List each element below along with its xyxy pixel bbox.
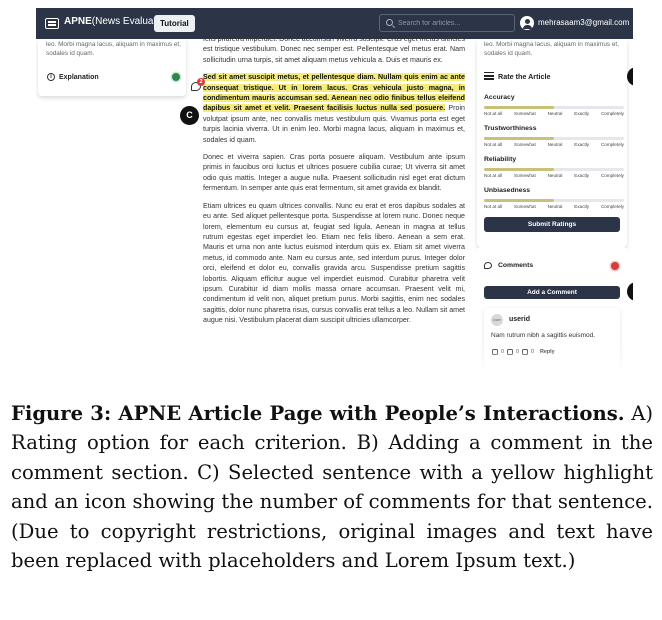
comment-bubble-icon — [484, 262, 492, 269]
search-input[interactable] — [398, 17, 508, 29]
rating-slider[interactable] — [484, 106, 624, 109]
scale-label: Exactly — [574, 173, 590, 178]
explanation-label: Explanation — [59, 74, 99, 81]
comments-panel: Comments Add a Comment user userid Nam r… — [477, 247, 627, 370]
scale-labels: Not at all Somewhat Neutral Exactly Comp… — [484, 142, 624, 147]
comment-username: userid — [509, 316, 531, 323]
article-body: felis pharetra imperdiet. Donec accumsan… — [203, 35, 465, 333]
scale-labels: Not at all Somewhat Neutral Exactly Comp… — [484, 173, 624, 178]
rating-heading: Rate the Article — [498, 72, 551, 81]
dislike-count: 0 — [516, 349, 519, 355]
criterion-accuracy: Accuracy Not at all Somewhat Neutral Exa… — [484, 94, 624, 116]
reply-count: 0 — [531, 349, 534, 355]
thumbs-up-icon[interactable] — [492, 349, 498, 355]
app-screenshot: APNE(News Evaluation) Tutorial mehrasaam… — [36, 8, 633, 370]
scale-label: Somewhat — [514, 142, 536, 147]
scale-label: Neutral — [547, 204, 563, 209]
scale-labels: Not at all Somewhat Neutral Exactly Comp… — [484, 111, 624, 116]
scale-label: Somewhat — [514, 204, 536, 209]
criterion-unbiasedness: Unbiasedness Not at all Somewhat Neutral… — [484, 187, 624, 209]
like-count: 0 — [501, 349, 504, 355]
explanation-card: leo. Morbi magna lacus, aliquam in maxim… — [38, 39, 186, 96]
comment-actions: 0 0 0 Reply — [492, 349, 555, 355]
callout-marker-c: C — [180, 106, 199, 125]
scale-label: Not at all — [484, 142, 503, 147]
criterion-title: Unbiasedness — [484, 187, 531, 194]
scale-label: Completely — [600, 142, 624, 147]
explanation-text: leo. Morbi magna lacus, aliquam in maxim… — [46, 41, 181, 57]
scale-label: Completely — [600, 111, 624, 116]
scale-label: Exactly — [574, 111, 590, 116]
criterion-title: Trustworthiness — [484, 125, 537, 132]
rating-slider-fill — [484, 168, 554, 171]
avatar: user — [491, 314, 503, 326]
scale-label: Not at all — [484, 111, 503, 116]
search-icon — [386, 19, 393, 26]
reply-button[interactable]: Reply — [540, 349, 555, 355]
user-avatar-icon[interactable] — [520, 16, 534, 30]
rating-slider-fill — [484, 137, 554, 140]
rating-slider[interactable] — [484, 137, 624, 140]
criterion-reliability: Reliability Not at all Somewhat Neutral … — [484, 156, 624, 178]
caption-label: Figure 3: APNE Article Page with People’… — [11, 402, 625, 425]
criterion-title: Accuracy — [484, 94, 515, 101]
callout-marker-b: B — [627, 282, 633, 301]
scale-label: Exactly — [574, 142, 590, 147]
caption-text: A) Rating option for each criterion. B) … — [11, 402, 654, 573]
scale-label: Not at all — [484, 173, 503, 178]
add-comment-button[interactable]: Add a Comment — [484, 286, 620, 299]
info-icon: i — [47, 73, 55, 81]
scale-labels: Not at all Somewhat Neutral Exactly Comp… — [484, 204, 624, 209]
scale-label: Completely — [600, 173, 624, 178]
scale-label: Somewhat — [514, 173, 536, 178]
brand-name: APNE — [64, 16, 92, 27]
submit-ratings-button[interactable]: Submit Ratings — [484, 217, 620, 232]
rating-panel: leo. Morbi magna lacus, aliquam in maxim… — [477, 39, 627, 247]
scale-label: Completely — [600, 204, 624, 209]
article-paragraph: felis pharetra imperdiet. Donec accumsan… — [203, 35, 465, 64]
figure-caption: Figure 3: APNE Article Page with People’… — [11, 399, 653, 575]
scale-label: Neutral — [547, 142, 563, 147]
scale-label: Neutral — [547, 173, 563, 178]
list-icon — [484, 72, 494, 80]
comment-count-badge: 2 — [197, 78, 205, 86]
article-paragraph: Donec et viverra sapien. Cras porta posu… — [203, 153, 465, 193]
tutorial-button[interactable]: Tutorial — [154, 15, 195, 32]
rating-slider-fill — [484, 199, 554, 202]
newspaper-logo-icon — [45, 18, 59, 29]
comment-item: user userid Nam rutrum nibh a sagittis e… — [484, 308, 620, 370]
criterion-trustworthiness: Trustworthiness Not at all Somewhat Neut… — [484, 125, 624, 147]
comments-toggle[interactable] — [611, 262, 619, 270]
highlighted-sentence[interactable]: Sed sit amet suscipit metus, et pellente… — [203, 73, 465, 113]
reply-bubble-icon — [522, 349, 528, 355]
callout-marker-a: A — [627, 67, 633, 86]
scale-label: Neutral — [547, 111, 563, 116]
criterion-title: Reliability — [484, 156, 517, 163]
scale-label: Not at all — [484, 204, 503, 209]
sentence-comment-indicator[interactable]: 2 — [191, 78, 205, 92]
comment-text: Nam rutrum nibh a sagittis euismod. — [491, 332, 596, 339]
user-email[interactable]: mehrasaam3@gmail.com — [538, 18, 629, 27]
thumbs-down-icon[interactable] — [507, 349, 513, 355]
article-paragraph: Etiam ultrices eu quam ultrices convalli… — [203, 201, 465, 325]
scale-label: Somewhat — [514, 111, 536, 116]
comments-heading: Comments — [498, 262, 534, 269]
rating-slider[interactable] — [484, 199, 624, 202]
explanation-toggle[interactable] — [172, 73, 180, 81]
rating-panel-text: leo. Morbi magna lacus, aliquam in maxim… — [484, 41, 619, 57]
rating-slider-fill — [484, 106, 554, 109]
search-box[interactable] — [379, 14, 515, 32]
rating-slider[interactable] — [484, 168, 624, 171]
scale-label: Exactly — [574, 204, 590, 209]
article-paragraph-highlighted: Sed sit amet suscipit metus, et pellente… — [203, 72, 465, 145]
